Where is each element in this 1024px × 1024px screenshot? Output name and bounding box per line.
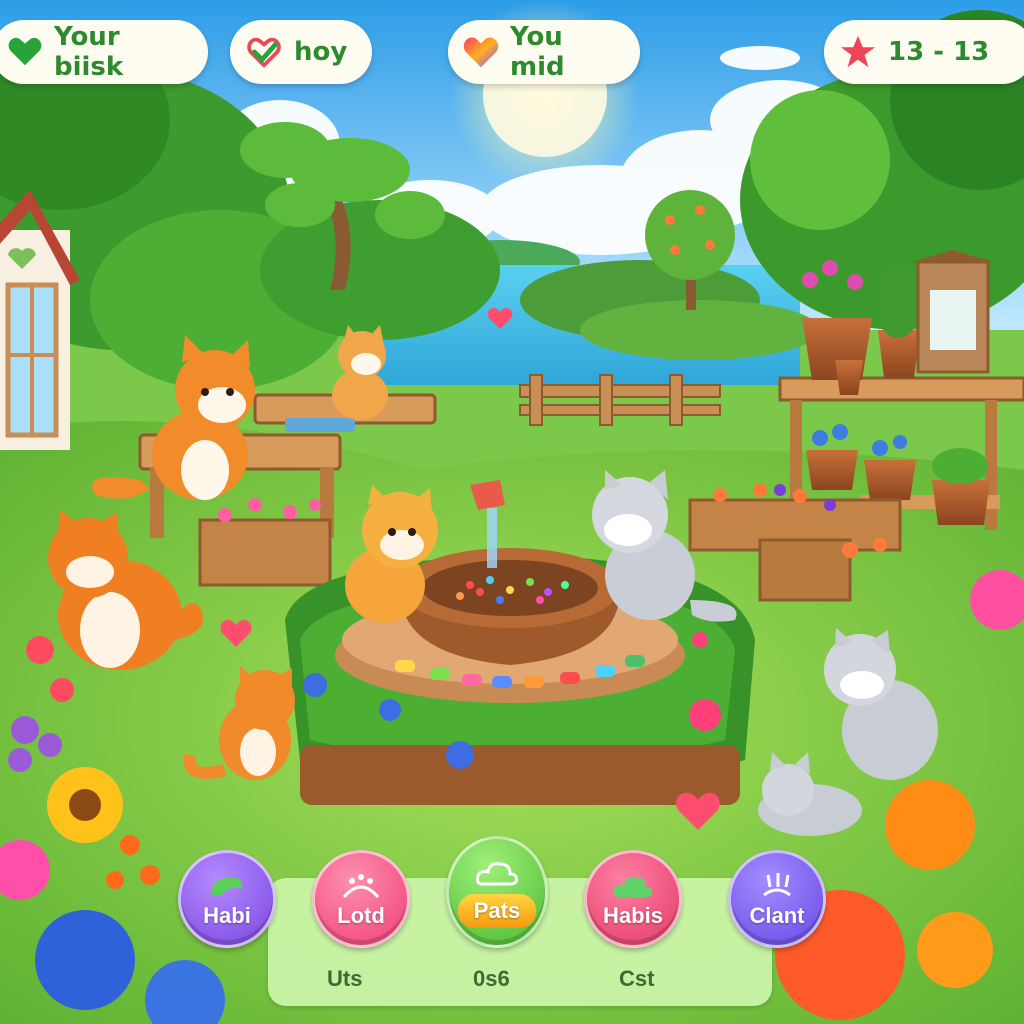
status-pill-your-biisk[interactable]: Your biisk <box>0 20 208 84</box>
habi-button-label: Habi <box>203 903 251 928</box>
status-pill-label: hoy <box>294 37 348 67</box>
clant-button[interactable]: Clant <box>728 850 826 948</box>
cloud-icon <box>603 869 663 903</box>
pats-button-label: Pats <box>457 894 537 928</box>
pats-button[interactable]: Pats <box>446 836 548 948</box>
paw-icon <box>331 869 391 903</box>
heart-check-icon <box>244 32 284 72</box>
status-pill-score[interactable]: 13 - 13 <box>824 20 1024 84</box>
status-pill-label: Your biisk <box>54 22 124 82</box>
lotd-button-label: Lotd <box>337 903 385 928</box>
habis-button-label: Habis <box>603 903 663 928</box>
cloud-leaf-icon <box>467 856 527 890</box>
rainbow-heart-icon <box>462 32 500 72</box>
green-heart-icon <box>6 32 44 72</box>
status-pill-label: 13 - 13 <box>888 37 990 67</box>
habi-button[interactable]: Habi <box>178 850 276 948</box>
status-pill-label: You mid <box>510 22 565 82</box>
action-sub-label: Uts <box>327 966 363 991</box>
lotd-button[interactable]: Lotd <box>312 850 410 948</box>
status-pill-hoy[interactable]: hoy <box>230 20 372 84</box>
action-sub-label: Cst <box>619 966 655 991</box>
clant-button-label: Clant <box>749 903 805 928</box>
leaf-icon <box>197 869 257 903</box>
habis-button[interactable]: Habis <box>584 850 682 948</box>
action-sub-label: 0s6 <box>473 966 510 991</box>
status-pill-you-mid[interactable]: You mid <box>448 20 640 84</box>
red-star-icon <box>838 32 878 72</box>
sparkle-icon <box>747 869 807 903</box>
